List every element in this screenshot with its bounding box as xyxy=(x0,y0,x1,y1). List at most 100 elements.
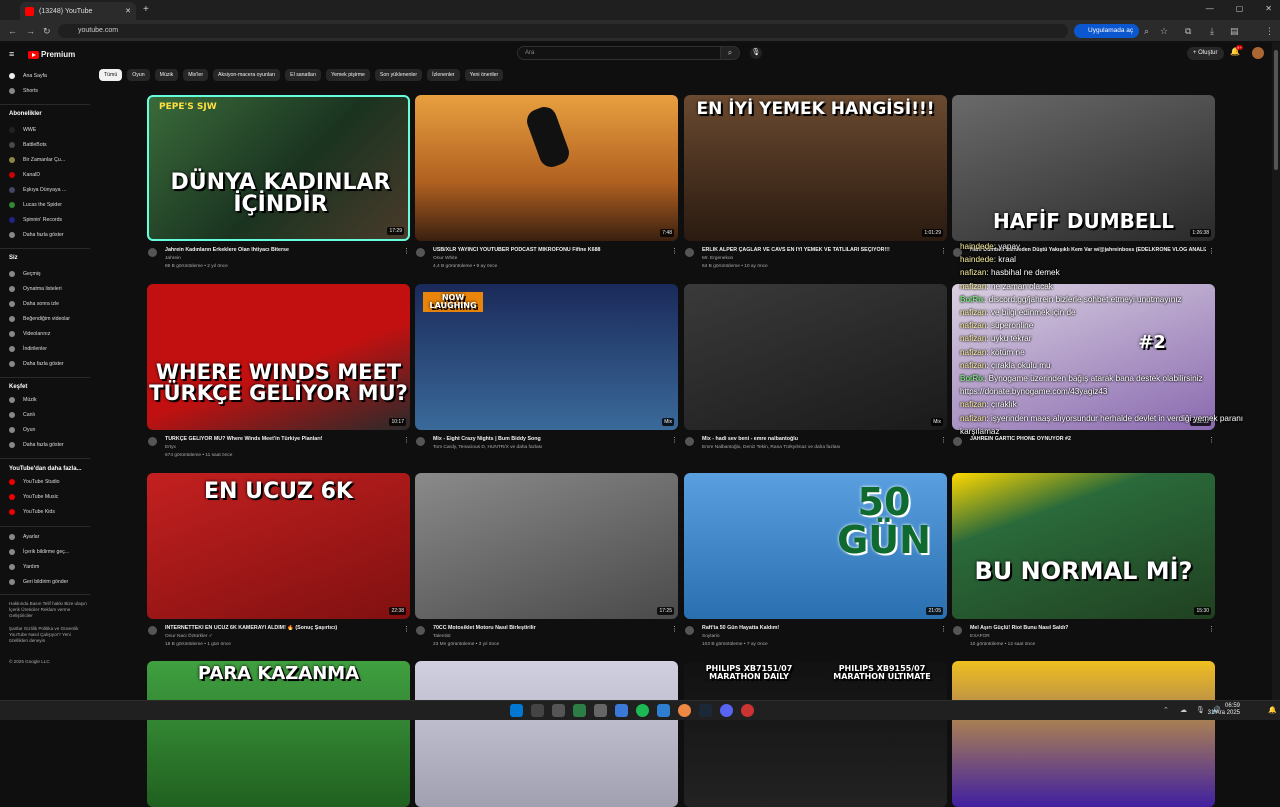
search-input[interactable]: Ara xyxy=(517,46,721,60)
sidebar-item[interactable]: Shorts xyxy=(9,88,87,94)
filter-chip[interactable]: İzlenenler xyxy=(427,69,460,81)
sidebar-section-title[interactable]: Abonelikler xyxy=(9,111,42,117)
video-thumbnail[interactable]: 7:48 xyxy=(415,95,678,241)
sidebar-section-title[interactable]: Siz xyxy=(9,255,18,261)
more-options-icon[interactable]: ⋮ xyxy=(403,436,410,444)
channel-name[interactable]: Mr. Ergenekon xyxy=(702,256,733,261)
open-in-app-button[interactable]: Uygulamada aç xyxy=(1074,24,1140,38)
channel-name[interactable]: Tom Cardy, Tenacious D, HUNTR/X ve daha … xyxy=(433,445,542,450)
extensions-icon[interactable]: ⧉ xyxy=(1185,26,1191,37)
close-window-icon[interactable]: ✕ xyxy=(1265,4,1272,13)
sidebar-item[interactable]: Geri bildirim gönder xyxy=(9,579,87,585)
channel-name[interactable]: EXAFOR xyxy=(970,634,990,639)
video-thumbnail[interactable]: Mix xyxy=(684,284,947,430)
sidebar-item[interactable]: BattleBots xyxy=(9,142,87,148)
channel-name[interactable]: Onur White xyxy=(433,256,457,261)
xbox-icon[interactable] xyxy=(573,704,586,717)
more-options-icon[interactable]: ⋮ xyxy=(671,436,678,444)
filter-chip[interactable]: Yeni öneriler xyxy=(464,69,504,81)
filter-chip[interactable]: Müzik xyxy=(154,69,179,81)
sidebar-item[interactable]: Daha fazla göster xyxy=(9,232,87,238)
channel-avatar[interactable] xyxy=(685,248,694,257)
channel-avatar[interactable] xyxy=(416,248,425,257)
video-thumbnail[interactable] xyxy=(415,661,678,807)
sidebar-item[interactable]: İndirilenler xyxy=(9,346,87,352)
more-options-icon[interactable]: ⋮ xyxy=(403,625,410,633)
sidebar-item[interactable]: İçerik bildirme geç... xyxy=(9,549,87,555)
account-avatar[interactable] xyxy=(1252,47,1264,59)
filter-chip[interactable]: Yemek pişirme xyxy=(326,69,370,81)
channel-name[interactable]: Talentist xyxy=(433,634,451,639)
notification-center-icon[interactable]: 🔔 xyxy=(1268,706,1277,714)
new-tab-icon[interactable]: + xyxy=(143,4,149,15)
maximize-icon[interactable]: ▢ xyxy=(1236,4,1244,13)
bookmark-icon[interactable]: ☆ xyxy=(1160,26,1168,37)
forward-icon[interactable]: → xyxy=(26,26,35,36)
sidebar-item[interactable]: Canlı xyxy=(9,412,87,418)
filter-chip[interactable]: Aksiyon-macera oyunları xyxy=(213,69,281,81)
more-options-icon[interactable]: ⋮ xyxy=(940,436,947,444)
filter-chip[interactable]: Mix'ler xyxy=(183,69,209,81)
video-thumbnail[interactable]: DÜNYA KADINLAR İÇİNDİR PEPE'S SJW 17:29 xyxy=(147,95,410,241)
scrollbar-thumb[interactable] xyxy=(1274,50,1278,170)
back-icon[interactable]: ← xyxy=(8,26,17,36)
sidebar-item[interactable]: WWE xyxy=(9,127,87,133)
create-button[interactable]: + Oluştur xyxy=(1187,47,1224,60)
video-title[interactable]: Mel Aşırı Güçlü! Riot Bunu Nasıl Saldı? xyxy=(970,625,1206,631)
video-title[interactable]: Mix - Eight Crazy Nights | Bum Biddy Son… xyxy=(433,436,669,442)
sidebar-item[interactable]: Bir Zamanlar Çu... xyxy=(9,157,87,163)
more-options-icon[interactable]: ⋮ xyxy=(671,247,678,255)
close-tab-icon[interactable]: ✕ xyxy=(125,7,131,15)
search-taskbar-icon[interactable] xyxy=(531,704,544,717)
zoom-icon[interactable]: ⌕ xyxy=(1144,26,1149,37)
sidebar-item[interactable]: Beğendiğim videolar xyxy=(9,316,87,322)
chrome-icon[interactable] xyxy=(678,704,691,717)
sidebar-item[interactable]: Lucas the Spider xyxy=(9,202,87,208)
video-thumbnail[interactable]: NOW LAUGHING Mix xyxy=(415,284,678,430)
sidebar-item[interactable]: Yardım xyxy=(9,564,87,570)
channel-avatar[interactable] xyxy=(953,626,962,635)
video-thumbnail[interactable]: EN İYİ YEMEK HANGİSİ!!! 1:01:29 xyxy=(684,95,947,241)
sidebar-item[interactable]: Geçmiş xyxy=(9,271,87,277)
video-thumbnail[interactable]: HAFİF DUMBELL 1:26:38 xyxy=(952,95,1215,241)
filter-chip[interactable]: Son yüklenenler xyxy=(374,69,423,81)
hamburger-menu-icon[interactable]: ≡ xyxy=(9,49,14,59)
video-thumbnail[interactable]: 17:25 xyxy=(415,473,678,619)
video-title[interactable]: ERLİK ALPER ÇAĞLAR VE CAVS EN İYİ YEMEK … xyxy=(702,247,938,253)
video-thumbnail[interactable]: WHERE WINDS MEET TÜRKÇE GELİYOR MU? 10:17 xyxy=(147,284,410,430)
more-options-icon[interactable]: ⋮ xyxy=(940,247,947,255)
mail-icon[interactable] xyxy=(657,704,670,717)
video-thumbnail[interactable]: PHILIPS XB7151/07 MARATHON DAILY PHILIPS … xyxy=(684,661,947,807)
download-icon[interactable]: ⤓ xyxy=(1210,26,1214,37)
photos-icon[interactable] xyxy=(615,704,628,717)
sidebar-item[interactable]: Videolarınız xyxy=(9,331,87,337)
sidebar-item[interactable]: Spinnin' Records xyxy=(9,217,87,223)
channel-avatar[interactable] xyxy=(148,248,157,257)
sidebar-item[interactable]: Daha sonra izle xyxy=(9,301,87,307)
sidebar-item[interactable]: YouTube Kids xyxy=(9,509,87,515)
sidebar-item[interactable]: Ayarlar xyxy=(9,534,87,540)
video-thumbnail[interactable]: BU NORMAL Mİ? 15:30 xyxy=(952,473,1215,619)
more-options-icon[interactable]: ⋮ xyxy=(403,247,410,255)
sidebar-item[interactable]: Müzik xyxy=(9,397,87,403)
sidebar-item[interactable]: Oynatma listeleri xyxy=(9,286,87,292)
channel-name[interactable]: Ertyx xyxy=(165,445,176,450)
video-thumbnail[interactable] xyxy=(952,661,1215,807)
channel-avatar[interactable] xyxy=(685,626,694,635)
sidebar-item[interactable]: Daha fazla göster xyxy=(9,442,87,448)
spotify-icon[interactable] xyxy=(636,704,649,717)
sidebar-section-title[interactable]: Keşfet xyxy=(9,384,27,390)
clock[interactable]: 06:59 31 Ara 2025 xyxy=(1208,703,1240,717)
channel-avatar[interactable] xyxy=(685,437,694,446)
more-options-icon[interactable]: ⋮ xyxy=(1208,625,1215,633)
channel-name[interactable]: Jahrein xyxy=(165,256,181,261)
channel-name[interactable]: Onur Naci Öztürkler ✓ xyxy=(165,634,213,639)
sidebar-item[interactable]: Oyun xyxy=(9,427,87,433)
discord-icon[interactable] xyxy=(720,704,733,717)
browser-tab[interactable]: (13248) YouTube ✕ xyxy=(20,2,136,20)
filter-chip[interactable]: Tümü xyxy=(99,69,123,81)
minimize-icon[interactable]: — xyxy=(1206,4,1214,13)
voice-search-icon[interactable]: 🎙 xyxy=(750,47,762,59)
network-icon[interactable]: ☁ xyxy=(1180,706,1187,714)
channel-avatar[interactable] xyxy=(416,626,425,635)
